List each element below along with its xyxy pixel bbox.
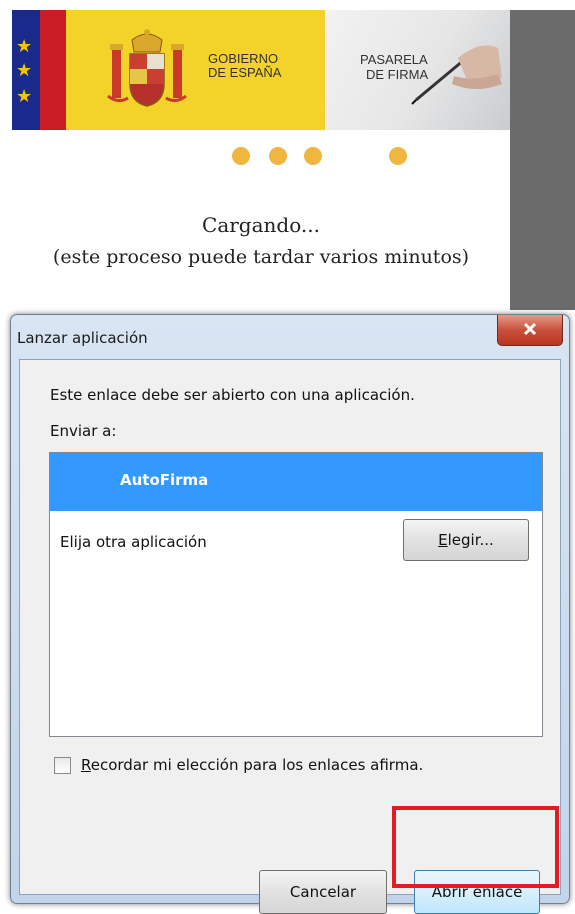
- autofirma-label: AutoFirma: [120, 471, 209, 489]
- remember-label: Recordar mi elección para los enlaces af…: [81, 756, 424, 774]
- close-button[interactable]: [497, 315, 563, 346]
- browser-background: [510, 10, 575, 310]
- loading-dot: [232, 147, 250, 165]
- cancel-button[interactable]: Cancelar: [259, 870, 387, 914]
- dialog-title: Lanzar aplicación: [17, 329, 148, 347]
- dialog-message: Este enlace debe ser abierto con una apl…: [50, 386, 415, 404]
- loading-dot: [389, 147, 407, 165]
- loading-subtitle: (este proceso puede tardar varios minuto…: [52, 246, 470, 268]
- remember-choice[interactable]: Recordar mi elección para los enlaces af…: [54, 756, 423, 774]
- send-to-label: Enviar a:: [50, 422, 117, 440]
- signature-gateway-page: ★ ★ ★ GOBIERNO DE ESPAÑA PASARELA DE FIR…: [12, 10, 510, 315]
- gobierno-logo: GOBIERNO DE ESPAÑA: [66, 10, 325, 130]
- remember-checkbox[interactable]: [54, 756, 71, 774]
- coat-of-arms-icon: [107, 29, 187, 107]
- choose-button[interactable]: Elegir...: [403, 519, 529, 561]
- list-item-autofirma[interactable]: AutoFirma: [50, 453, 542, 511]
- pen-hand-icon: [411, 45, 502, 105]
- gobierno-text: GOBIERNO DE ESPAÑA: [208, 51, 282, 80]
- eu-flag-icon: ★ ★ ★: [12, 10, 40, 130]
- loading-dot: [269, 147, 287, 165]
- flag-stripe: [40, 10, 66, 130]
- loading-dots: [12, 147, 510, 165]
- close-icon: [523, 321, 537, 340]
- loading-title: Cargando...: [202, 213, 320, 237]
- loading-dot: [304, 147, 322, 165]
- header-banner: ★ ★ ★ GOBIERNO DE ESPAÑA PASARELA DE FIR…: [12, 10, 510, 130]
- other-app-label: Elija otra aplicación: [60, 533, 207, 551]
- application-list[interactable]: AutoFirma Elija otra aplicación Elegir..…: [49, 452, 543, 737]
- pasarela-logo: PASARELA DE FIRMA: [325, 10, 510, 130]
- highlight-box: [392, 806, 559, 888]
